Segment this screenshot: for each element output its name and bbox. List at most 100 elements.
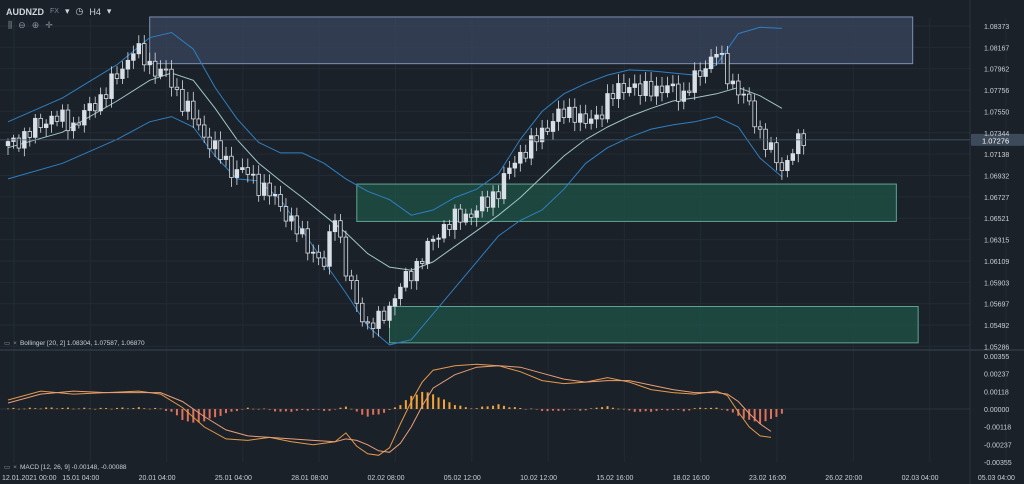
candle-up	[158, 68, 163, 77]
candle-up	[605, 93, 610, 120]
candle-down	[599, 114, 605, 120]
close-icon[interactable]: ×	[13, 464, 17, 471]
macd-histogram-bar	[50, 407, 53, 409]
candle-up	[234, 169, 240, 178]
macd-histogram-bar	[715, 407, 718, 409]
candle-down	[676, 83, 681, 102]
macd-histogram-bar	[502, 405, 505, 409]
candle-up	[71, 122, 76, 132]
macd-histogram-bar	[175, 409, 178, 416]
macd-histogram-bar	[677, 409, 680, 410]
candle-up	[430, 238, 436, 242]
candle-down	[338, 220, 343, 238]
macd-histogram-bar	[344, 406, 347, 409]
macd-histogram-bar	[159, 408, 162, 410]
chart-canvas[interactable]: 1.072761.083731.081671.079621.077561.075…	[0, 0, 1024, 484]
time-tick-label: 26.02 20:00	[825, 475, 862, 482]
macd-histogram-bar	[225, 409, 227, 414]
macd-histogram-bar	[252, 408, 255, 410]
macd-histogram-bar	[661, 409, 663, 410]
candle-down	[191, 100, 196, 120]
macd-histogram-bar	[470, 408, 473, 410]
candle-down	[54, 115, 60, 122]
candle-up	[109, 73, 114, 99]
close-icon[interactable]: ×	[13, 340, 17, 347]
candle-up	[82, 110, 87, 126]
macd-histogram-bar	[399, 405, 402, 409]
candle-up	[518, 151, 523, 164]
macd-histogram-bar	[535, 409, 538, 410]
indicator-settings-icon[interactable]: ▭	[4, 339, 10, 347]
candle-down	[447, 224, 452, 230]
candle-up	[223, 155, 229, 160]
price-tick-label: 1.08167	[984, 45, 1009, 52]
macd-histogram-bar	[562, 409, 565, 411]
zoom-in-icon[interactable]: ⊕	[32, 20, 40, 31]
macd-histogram-bar	[726, 409, 729, 411]
clock-icon[interactable]: ◷	[75, 6, 83, 17]
candle-down	[114, 73, 120, 79]
macd-histogram-bar	[306, 409, 309, 411]
candle-up	[627, 87, 632, 94]
candle-up	[632, 83, 637, 88]
candle-up	[578, 113, 583, 123]
candle-down	[774, 142, 779, 164]
macd-histogram-bar	[121, 407, 124, 409]
macd-histogram-bar	[688, 409, 691, 411]
macd-histogram-bar	[230, 409, 233, 412]
candle-up	[719, 52, 725, 55]
candle-down	[267, 182, 272, 197]
macd-histogram-bar	[94, 408, 97, 410]
indicator-settings-icon[interactable]: ▭	[4, 463, 10, 471]
time-tick-label: 02.02 08:00	[368, 475, 405, 482]
candle-up	[261, 182, 267, 196]
macd-histogram-bar	[274, 409, 277, 412]
macd-histogram-bar	[590, 408, 593, 409]
candle-down	[757, 126, 763, 130]
macd-histogram-bar	[639, 409, 642, 412]
candle-up	[452, 208, 458, 230]
macd-tick-label: -0.00355	[984, 460, 1012, 467]
macd-histogram-bar	[432, 394, 435, 409]
chevron-down-icon[interactable]: ▾	[65, 6, 70, 17]
macd-histogram-bar	[601, 407, 604, 409]
candle-up	[376, 310, 381, 329]
macd-histogram-bar	[154, 407, 157, 409]
candle-down	[152, 60, 158, 77]
candle-up	[5, 141, 11, 147]
macd-histogram-bar	[56, 408, 59, 410]
price-tick-label: 1.05286	[984, 344, 1009, 351]
price-tick-label: 1.07550	[984, 109, 1009, 116]
candle-down	[583, 113, 588, 124]
macd-histogram-bar	[530, 408, 533, 410]
candle-down	[365, 321, 370, 324]
macd-histogram-bar	[361, 409, 364, 415]
macd-histogram-bar	[508, 407, 511, 409]
candle-up	[436, 237, 441, 240]
macd-histogram-bar	[622, 408, 625, 410]
candle-up	[474, 210, 479, 218]
timeframe-label[interactable]: H4	[89, 7, 101, 17]
candle-up	[507, 167, 512, 174]
candle-down	[27, 131, 32, 138]
candle-down	[196, 118, 201, 126]
candle-down	[294, 215, 300, 235]
chevron-down-icon[interactable]: ▾	[107, 6, 112, 17]
candle-up	[398, 286, 403, 300]
macd-histogram-bar	[181, 409, 184, 420]
symbol-name[interactable]: AUDNZD	[6, 7, 44, 17]
macd-histogram-bar	[12, 407, 15, 409]
macd-histogram-bar	[334, 409, 336, 410]
macd-histogram-bar	[83, 407, 86, 409]
bar-chart-icon[interactable]: ⫼	[8, 20, 12, 31]
candle-up	[796, 133, 801, 155]
zoom-out-icon[interactable]: ⊖	[18, 20, 26, 31]
macd-histogram-bar	[437, 397, 440, 409]
macd-histogram-bar	[214, 409, 217, 418]
macd-histogram-bar	[552, 409, 554, 411]
candle-down	[572, 106, 577, 123]
crosshair-icon[interactable]: ✛	[45, 20, 53, 31]
macd-histogram-bar	[611, 407, 614, 409]
candle-down	[229, 155, 234, 178]
macd-histogram-bar	[426, 392, 429, 409]
